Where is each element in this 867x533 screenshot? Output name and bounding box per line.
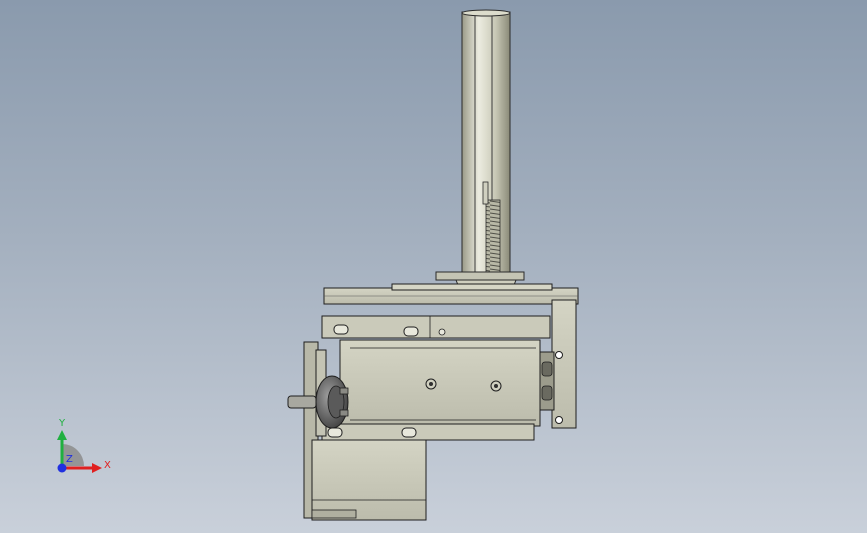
cylinder-body[interactable]: [339, 339, 541, 427]
top-plate[interactable]: [323, 283, 579, 305]
cad-scene[interactable]: Y X Z: [0, 0, 867, 533]
lower-guide-rail[interactable]: [321, 423, 535, 441]
vertical-tube[interactable]: [461, 9, 511, 285]
upper-guide-rail[interactable]: [321, 315, 551, 339]
cad-viewport[interactable]: Y X Z: [0, 0, 867, 533]
triad-z-label: Z: [66, 454, 73, 465]
triad-y-label: Y: [58, 418, 66, 429]
motor-block[interactable]: [311, 439, 427, 521]
triad-x-label: X: [104, 460, 111, 471]
coordinate-triad: Y X Z: [57, 418, 111, 473]
